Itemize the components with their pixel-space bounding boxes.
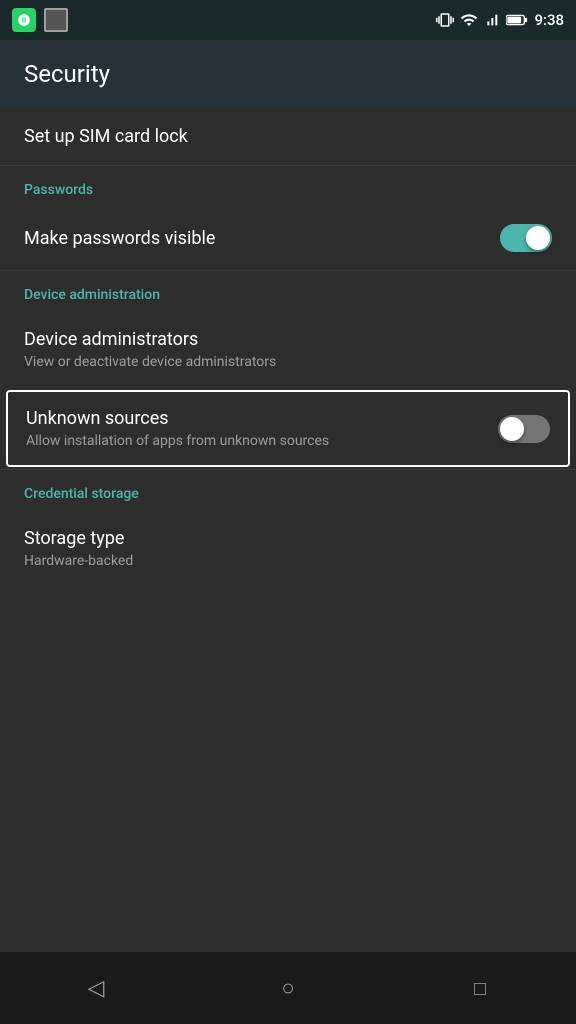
wifi-icon [460, 11, 478, 29]
home-icon: ○ [281, 975, 294, 1001]
back-icon: ◁ [88, 976, 105, 1001]
storage-type-title: Storage type [24, 528, 552, 549]
vibrate-icon [436, 11, 454, 29]
home-button[interactable]: ○ [258, 958, 318, 1018]
storage-type-item[interactable]: Storage type Hardware-backed [0, 510, 576, 587]
unknown-sources-subtitle: Allow installation of apps from unknown … [26, 433, 498, 449]
recents-icon: □ [474, 976, 486, 1001]
toggle-thumb-2 [500, 417, 524, 441]
settings-content: Set up SIM card lock Passwords Make pass… [0, 108, 576, 587]
image-icon [44, 8, 68, 32]
unknown-sources-item[interactable]: Unknown sources Allow installation of ap… [6, 390, 570, 467]
unknown-sources-toggle[interactable] [498, 415, 550, 443]
unknown-sources-title: Unknown sources [26, 408, 498, 429]
status-bar: 9:38 [0, 0, 576, 40]
nav-bar: ◁ ○ □ [0, 952, 576, 1024]
device-administrators-item[interactable]: Device administrators View or deactivate… [0, 311, 576, 388]
status-right-icons: 9:38 [436, 11, 564, 29]
device-administrators-title: Device administrators [24, 329, 552, 350]
make-passwords-visible-item[interactable]: Make passwords visible [0, 206, 576, 270]
whatsapp-icon [12, 8, 36, 32]
sim-card-lock-item[interactable]: Set up SIM card lock [0, 108, 576, 165]
page-title: Security [24, 60, 110, 88]
clock: 9:38 [534, 11, 564, 29]
storage-type-subtitle: Hardware-backed [24, 553, 552, 569]
toggle-thumb [526, 226, 550, 250]
sim-card-lock-title: Set up SIM card lock [24, 126, 188, 147]
battery-icon [506, 13, 528, 27]
recents-button[interactable]: □ [450, 958, 510, 1018]
make-passwords-visible-title: Make passwords visible [24, 228, 500, 249]
make-passwords-visible-toggle[interactable] [500, 224, 552, 252]
passwords-section-header: Passwords [0, 166, 576, 206]
app-bar: Security [0, 40, 576, 108]
signal-icon [484, 11, 500, 29]
credential-storage-section-header: Credential storage [0, 470, 576, 510]
back-button[interactable]: ◁ [66, 958, 126, 1018]
device-administration-section-header: Device administration [0, 271, 576, 311]
status-left-icons [12, 8, 68, 32]
device-administrators-subtitle: View or deactivate device administrators [24, 354, 552, 370]
